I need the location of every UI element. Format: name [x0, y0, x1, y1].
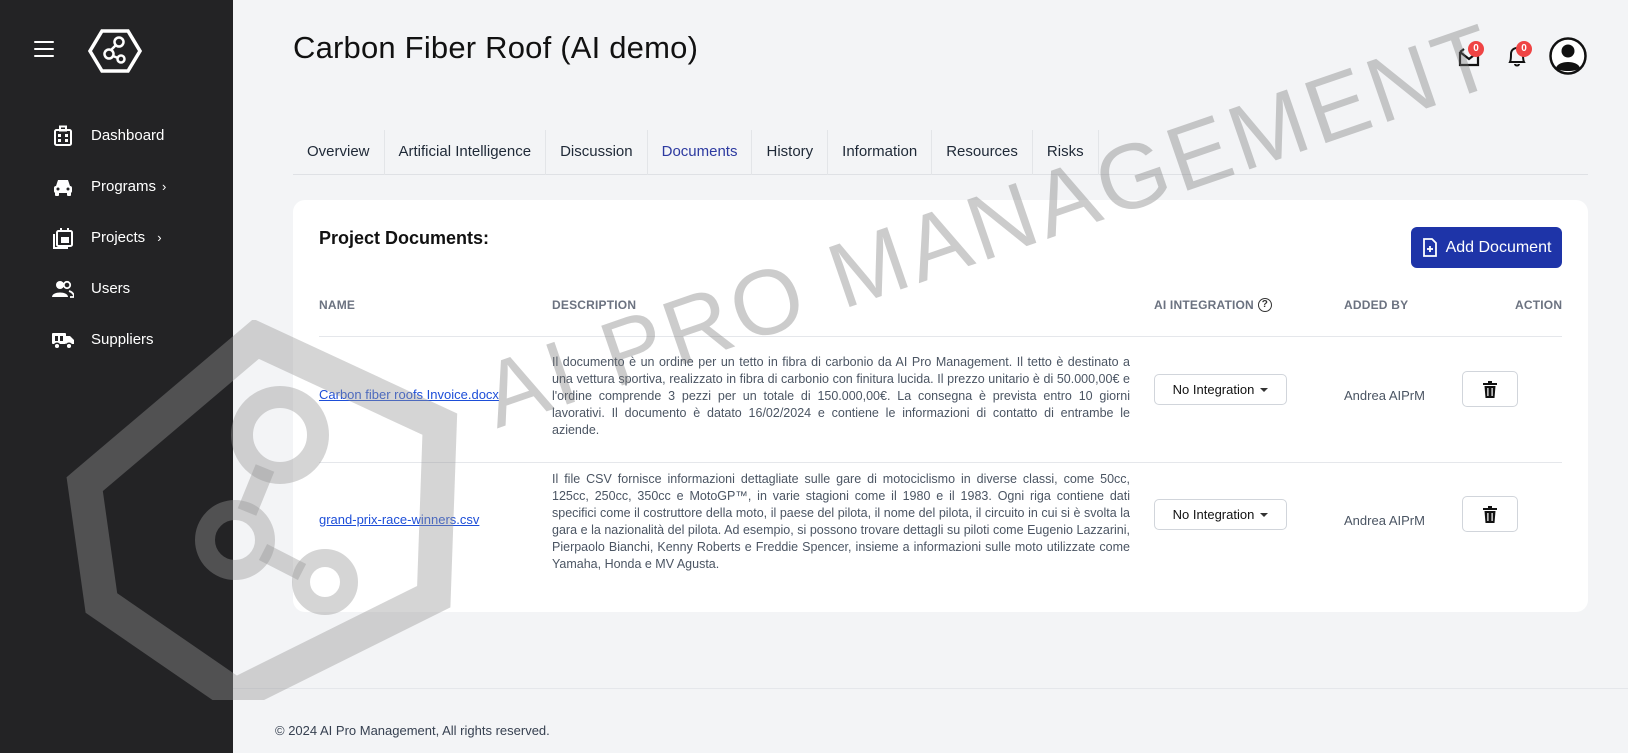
col-action: ACTION: [1515, 298, 1563, 312]
trash-icon: [1483, 380, 1497, 398]
trash-icon: [1483, 505, 1497, 523]
header-actions: 0 0: [1452, 36, 1588, 76]
integration-dropdown[interactable]: No Integration: [1154, 499, 1287, 530]
caret-down-icon: [1260, 387, 1269, 392]
building-icon: [51, 124, 75, 148]
sidebar-item-label: Dashboard: [91, 127, 165, 144]
document-link[interactable]: Carbon fiber roofs Invoice.docx: [319, 387, 499, 402]
truck-icon: [51, 328, 75, 352]
sidebar-item-label: Users: [91, 280, 131, 297]
sidebar: Dashboard Programs › Projects › Users Su…: [0, 0, 233, 753]
notifications-button[interactable]: 0: [1500, 39, 1534, 73]
table-row: grand-prix-race-winners.csv Il file CSV …: [319, 463, 1562, 588]
documents-card: Project Documents: Add Document NAME DES…: [293, 200, 1588, 612]
sidebar-item-label: Suppliers: [91, 331, 154, 348]
document-link[interactable]: grand-prix-race-winners.csv: [319, 512, 479, 527]
tab-discussion[interactable]: Discussion: [546, 130, 648, 175]
footer-divider: [233, 688, 1628, 689]
page-title: Carbon Fiber Roof (AI demo): [293, 30, 699, 65]
footer-text: © 2024 AI Pro Management, All rights res…: [275, 723, 550, 738]
integration-dropdown[interactable]: No Integration: [1154, 374, 1287, 405]
col-name: NAME: [319, 298, 356, 312]
user-avatar[interactable]: [1548, 36, 1588, 76]
mail-count-badge: 0: [1468, 41, 1484, 57]
caret-down-icon: [1260, 512, 1269, 517]
sidebar-item-label: Projects: [91, 229, 146, 246]
document-description: Il documento è un ordine per un tetto in…: [552, 355, 1130, 437]
user-circle-icon: [1549, 37, 1587, 75]
document-description: Il file CSV fornisce informazioni dettag…: [552, 472, 1130, 571]
table-header: NAME DESCRIPTION AI INTEGRATION? ADDED B…: [319, 290, 1562, 337]
integration-value: No Integration: [1172, 507, 1255, 522]
projects-icon: [51, 226, 75, 250]
sidebar-item-users[interactable]: Users: [0, 263, 233, 314]
sidebar-item-projects[interactable]: Projects ›: [0, 212, 233, 263]
sidebar-item-suppliers[interactable]: Suppliers: [0, 314, 233, 365]
app-logo[interactable]: [87, 28, 143, 74]
notification-count-badge: 0: [1516, 41, 1532, 57]
users-icon: [51, 277, 75, 301]
sidebar-item-dashboard[interactable]: Dashboard: [0, 110, 233, 161]
sidebar-nav: Dashboard Programs › Projects › Users Su…: [0, 110, 233, 365]
main-content: Carbon Fiber Roof (AI demo) 0 0 Overview…: [233, 0, 1628, 753]
tab-overview[interactable]: Overview: [293, 130, 385, 175]
tab-history[interactable]: History: [752, 130, 829, 175]
help-icon[interactable]: ?: [1257, 298, 1272, 312]
documents-title: Project Documents:: [319, 228, 490, 248]
tab-risks[interactable]: Risks: [1033, 130, 1099, 175]
delete-button[interactable]: [1462, 496, 1518, 532]
chevron-right-icon: ›: [162, 179, 167, 194]
integration-value: No Integration: [1172, 382, 1255, 397]
tab-resources[interactable]: Resources: [932, 130, 1033, 175]
chevron-right-icon: ›: [157, 230, 162, 245]
project-tabs: Overview Artificial Intelligence Discuss…: [293, 130, 1588, 175]
sidebar-item-label: Programs: [91, 178, 157, 195]
menu-toggle-icon[interactable]: [34, 41, 54, 57]
sidebar-item-programs[interactable]: Programs ›: [0, 161, 233, 212]
delete-button[interactable]: [1462, 371, 1518, 407]
file-plus-icon: [1422, 238, 1437, 257]
tab-information[interactable]: Information: [828, 130, 933, 175]
car-icon: [51, 175, 75, 199]
table-row: Carbon fiber roofs Invoice.docx Il docum…: [319, 338, 1562, 463]
mail-button[interactable]: 0: [1452, 39, 1486, 73]
add-document-label: Add Document: [1445, 238, 1552, 256]
col-description: DESCRIPTION: [552, 298, 637, 312]
tab-artificial-intelligence[interactable]: Artificial Intelligence: [385, 130, 547, 175]
add-document-button[interactable]: Add Document: [1411, 227, 1562, 268]
added-by: Andrea AIPrM: [1344, 388, 1425, 403]
col-ai-integration-label: AI INTEGRATION: [1154, 298, 1254, 312]
added-by: Andrea AIPrM: [1344, 513, 1425, 528]
tab-documents[interactable]: Documents: [648, 130, 753, 175]
col-ai-integration: AI INTEGRATION?: [1154, 298, 1272, 312]
col-added-by: ADDED BY: [1344, 298, 1409, 312]
